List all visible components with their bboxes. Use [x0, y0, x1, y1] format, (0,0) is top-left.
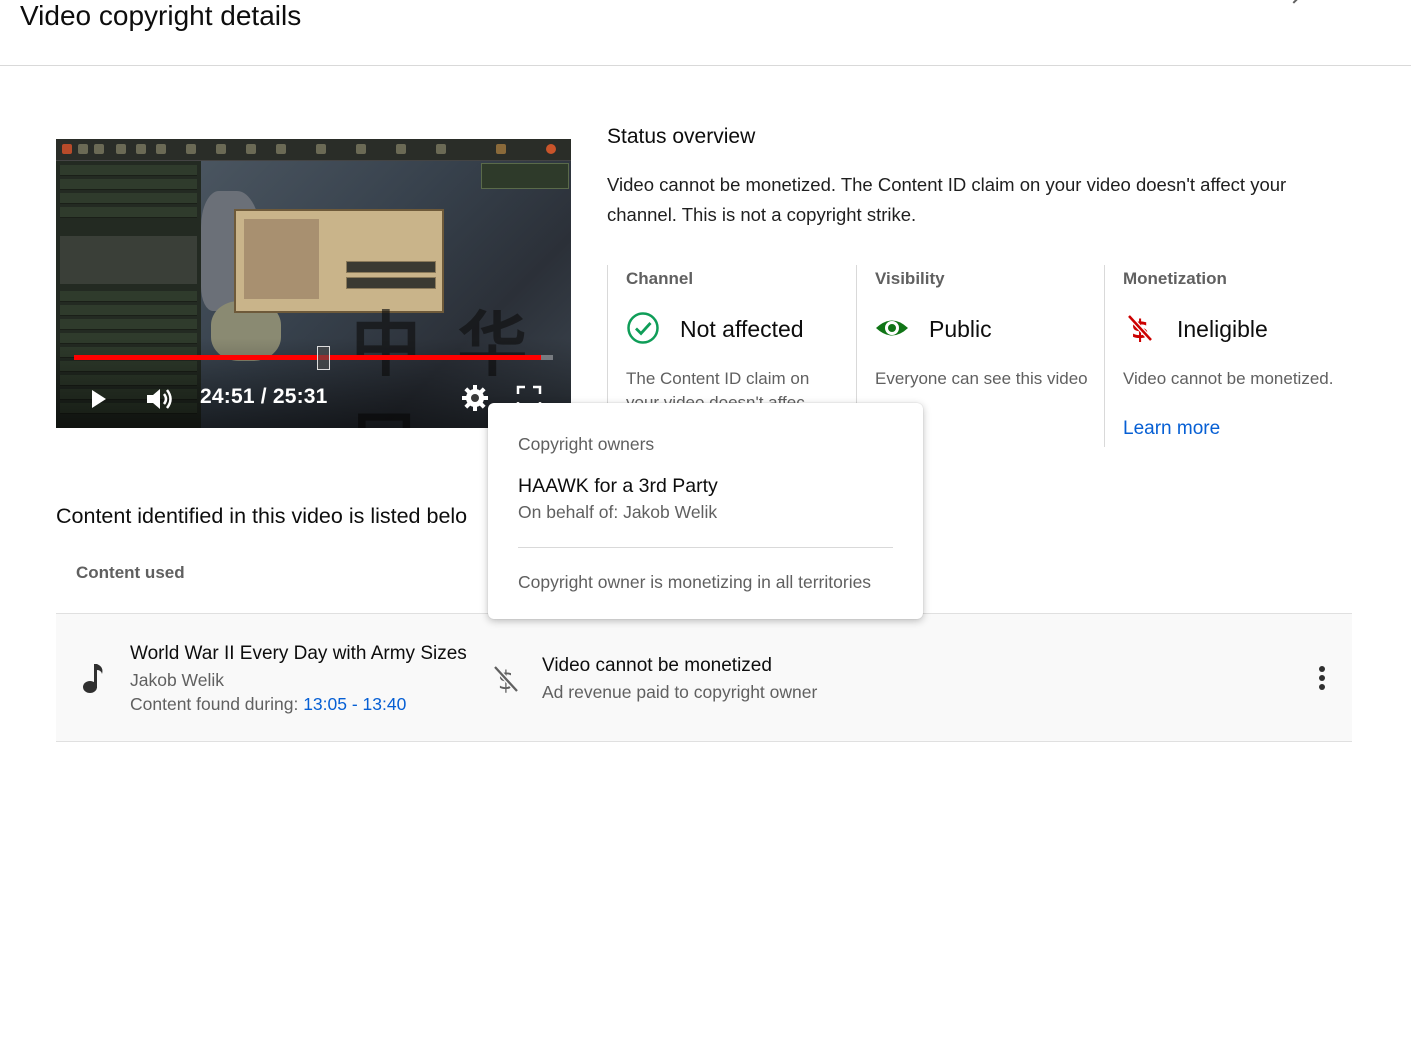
status-column-value: Ineligible	[1177, 316, 1268, 342]
copyright-owner-name: HAAWK for a 3rd Party	[518, 475, 718, 497]
status-column-monetization: Monetization $ Ineligible Video cannot b…	[1104, 265, 1352, 447]
table-row: World War II Every Day with Army Sizes J…	[56, 614, 1352, 742]
status-column-description: Video cannot be monetized.	[1123, 369, 1334, 388]
learn-more-link[interactable]: Learn more	[1123, 418, 1220, 440]
eye-icon	[876, 320, 908, 336]
settings-gear-icon[interactable]	[460, 383, 490, 413]
video-progress-fill	[74, 355, 541, 360]
video-game-minimap	[481, 163, 569, 189]
content-monetization-substatus: Ad revenue paid to copyright owner	[542, 682, 818, 702]
page-header: Video copyright details	[0, 0, 1411, 66]
copyright-owners-popup: Copyright owners HAAWK for a 3rd Party O…	[488, 403, 923, 619]
more-options-icon[interactable]	[1310, 662, 1334, 694]
status-column-description: The Content ID claim on your video doesn…	[626, 369, 810, 405]
popup-monetization-note: Copyright owner is monetizing in all ter…	[518, 572, 872, 592]
content-section-heading: Content identified in this video is list…	[56, 504, 468, 528]
status-column-value: Public	[929, 316, 992, 342]
popup-label: Copyright owners	[518, 434, 655, 454]
status-overview-title: Status overview	[607, 125, 756, 148]
content-found-label: Content found during:	[130, 694, 299, 714]
video-player[interactable]: 中 华 民 24:51 / 25:31	[56, 139, 571, 428]
status-overview-description: Video cannot be monetized. The Content I…	[607, 174, 1287, 225]
status-column-label: Visibility	[875, 269, 945, 288]
volume-icon[interactable]	[144, 385, 176, 413]
status-column-label: Monetization	[1123, 269, 1227, 288]
video-game-topbar	[56, 139, 571, 161]
copyright-owner-behalf: On behalf of: Jakob Welik	[518, 502, 718, 522]
video-scrub-handle[interactable]	[317, 346, 331, 370]
status-column-label: Channel	[626, 269, 694, 288]
page-title: Video copyright details	[20, 0, 302, 31]
close-icon[interactable]	[1288, 0, 1300, 4]
content-title: World War II Every Day with Army Sizes	[130, 643, 467, 664]
play-icon[interactable]	[86, 387, 110, 411]
check-circle-icon	[627, 312, 659, 344]
no-money-icon: $	[493, 665, 519, 695]
content-artist: Jakob Welik	[130, 670, 225, 690]
popup-divider	[518, 547, 893, 548]
content-found-during: Content found during: 13:05 - 13:40	[130, 694, 406, 715]
status-column-value: Not affected	[680, 316, 804, 342]
status-column-description: Everyone can see this video	[875, 369, 1088, 388]
music-note-icon	[83, 664, 103, 693]
video-time-display: 24:51 / 25:31	[200, 385, 328, 408]
no-money-icon: $	[1127, 314, 1153, 345]
column-header-content-used: Content used	[76, 563, 185, 582]
video-progress-bar[interactable]	[74, 355, 553, 360]
content-found-timestamp-link[interactable]: 13:05 - 13:40	[303, 694, 406, 714]
content-monetization-status: Video cannot be monetized	[542, 655, 772, 676]
